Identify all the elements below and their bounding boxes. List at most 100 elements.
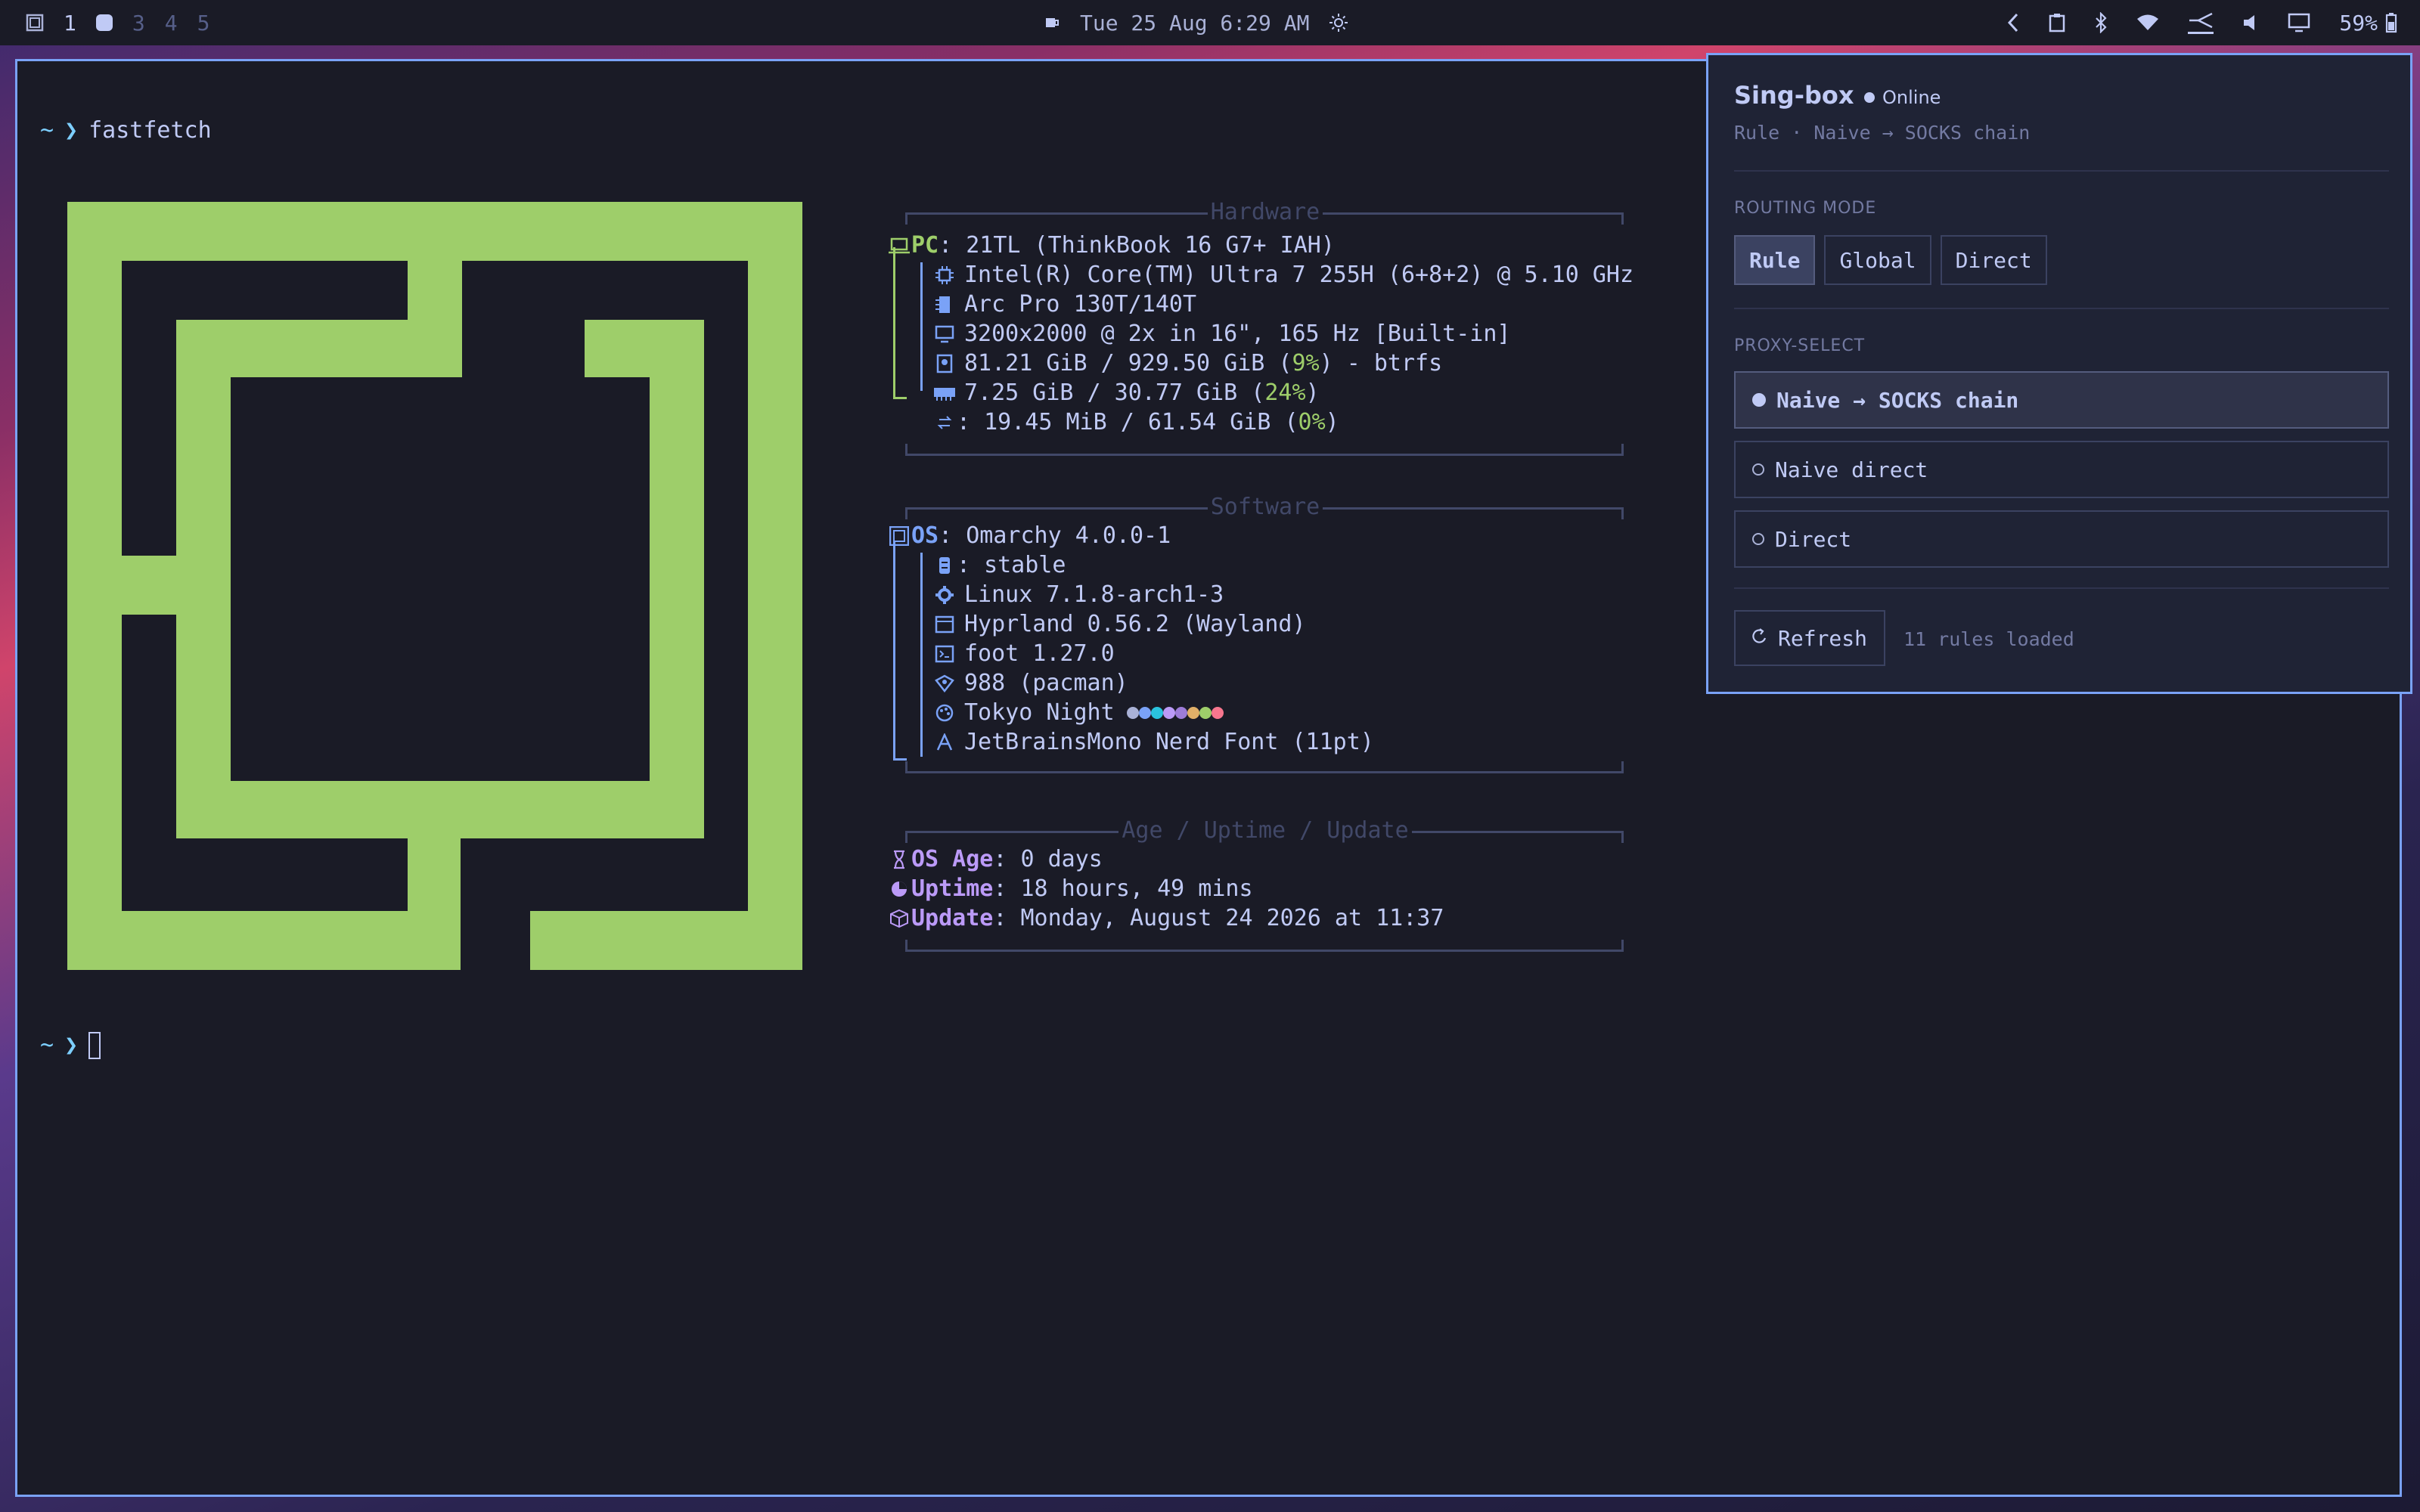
- sw-kernel-row: Linux 7.1.8-arch1-3: [932, 580, 1224, 609]
- workspace-4[interactable]: 4: [165, 11, 178, 36]
- pc-key: PC: [911, 232, 939, 259]
- mode-direct-button[interactable]: Direct: [1940, 235, 2047, 285]
- monitor-icon[interactable]: [2288, 13, 2310, 33]
- os-key: OS: [911, 522, 939, 549]
- hw-memory-row: 7.25 GiB / 30.77 GiB (24%): [932, 378, 1320, 407]
- disk-value-suffix: ) - btrfs: [1319, 350, 1443, 376]
- refresh-icon: [1752, 626, 1767, 651]
- sw-wm-row: Hyprland 0.56.2 (Wayland): [932, 609, 1306, 639]
- hardware-title: Hardware: [887, 197, 1643, 227]
- hourglass-icon: [887, 850, 911, 869]
- software-title: Software: [887, 492, 1643, 522]
- workspace-1[interactable]: 1: [64, 11, 76, 36]
- hw-display-row: 3200x2000 @ 2x in 16", 165 Hz [Built-in]: [932, 319, 1510, 349]
- age-uptime-row: Uptime: 18 hours, 49 mins: [887, 874, 1253, 903]
- cpu-icon: [932, 265, 957, 285]
- divider: [1734, 170, 2389, 172]
- proxy-select-label: PROXY-SELECT: [1734, 336, 1866, 355]
- mode-global-button[interactable]: Global: [1824, 235, 1931, 285]
- disk-value-prefix: 81.21 GiB / 929.50 GiB (: [964, 350, 1292, 376]
- omarchy-logo-art: [67, 202, 802, 978]
- clock[interactable]: Tue 25 Aug 6:29 AM: [1080, 11, 1309, 36]
- memory-percent: 24%: [1264, 380, 1306, 406]
- palette-icon: [932, 703, 957, 723]
- bluetooth-icon[interactable]: [2094, 12, 2108, 33]
- kernel-value: Linux 7.1.8-arch1-3: [964, 581, 1224, 608]
- sw-theme-row: Tokyo Night: [932, 698, 1224, 727]
- workspace-5[interactable]: 5: [197, 11, 210, 36]
- wifi-icon[interactable]: [2136, 14, 2159, 32]
- chevron-left-icon[interactable]: [2006, 12, 2020, 33]
- swap-value-suffix: ): [1325, 409, 1339, 435]
- singbox-network-icon[interactable]: [2188, 12, 2214, 34]
- radio-selected-icon: [1752, 393, 1766, 407]
- memory-icon: [932, 385, 957, 401]
- swap-icon: [932, 415, 957, 430]
- workspace-2-active[interactable]: [95, 14, 113, 31]
- prompt-line-1: ~ ❯ fastfetch: [40, 116, 212, 145]
- theme-value: Tokyo Night: [964, 699, 1115, 726]
- sw-packages-row: 988 (pacman): [932, 668, 1128, 698]
- branch-separator: :: [957, 552, 971, 578]
- hw-pc-row: PC: 21TL (ThinkBook 16 G7+ IAH): [887, 231, 1335, 260]
- gear-icon: [932, 585, 957, 605]
- coffee-icon[interactable]: [1044, 14, 1060, 31]
- age-os-row: OS Age: 0 days: [887, 844, 1103, 874]
- singbox-title: Sing-box: [1734, 81, 1854, 110]
- os-age-value: 0 days: [1020, 846, 1103, 872]
- singbox-subtitle: Rule · Naive → SOCKS chain: [1734, 122, 2031, 144]
- font-value: JetBrainsMono Nerd Font (11pt): [964, 729, 1374, 755]
- packages-value: 988 (pacman): [964, 670, 1128, 696]
- font-icon: [932, 733, 957, 751]
- status-text: Online: [1882, 87, 1941, 108]
- prompt-cwd-2: ~: [40, 1032, 54, 1058]
- swatch-8: [1211, 706, 1224, 719]
- wm-value: Hyprland 0.56.2 (Wayland): [964, 611, 1306, 637]
- prompt-cwd: ~: [40, 117, 54, 144]
- swap-percent: 0%: [1298, 409, 1326, 435]
- swatch-7: [1199, 706, 1212, 719]
- swatch-3: [1150, 706, 1163, 719]
- brightness-icon[interactable]: [1329, 13, 1348, 33]
- battery-indicator[interactable]: 59%: [2339, 11, 2397, 36]
- package-icon: [932, 674, 957, 692]
- refresh-button[interactable]: Refresh: [1734, 610, 1886, 666]
- battery-percent: 59%: [2339, 10, 2378, 36]
- command-text: fastfetch: [88, 117, 212, 144]
- gpu-value: Arc Pro 130T/140T: [964, 291, 1197, 318]
- volume-icon[interactable]: [2242, 14, 2259, 32]
- routing-mode-label: ROUTING MODE: [1734, 199, 1877, 218]
- disk-percent: 9%: [1292, 350, 1320, 376]
- clipboard-icon[interactable]: [2049, 13, 2065, 33]
- proxy-option-naive-socks[interactable]: Naive → SOCKS chain: [1734, 371, 2389, 429]
- divider: [1734, 587, 2389, 589]
- singbox-popup: Sing-box Online Rule · Naive → SOCKS cha…: [1706, 53, 2412, 694]
- uptime-key: Uptime: [911, 875, 994, 902]
- hw-gpu-row: Arc Pro 130T/140T: [932, 290, 1196, 319]
- mode-rule-button[interactable]: Rule: [1734, 235, 1816, 285]
- display-value: 3200x2000 @ 2x in 16", 165 Hz [Built-in]: [964, 321, 1511, 347]
- sw-terminal-row: foot 1.27.0: [932, 639, 1115, 668]
- status-dot-icon: [1864, 92, 1875, 103]
- proxy-option-label: Naive direct: [1775, 457, 1928, 482]
- sw-branch-row: : stable: [932, 550, 1066, 580]
- update-value: Monday, August 24 2026 at 11:37: [1020, 905, 1444, 931]
- hw-disk-row: 81.21 GiB / 929.50 GiB (9%) - btrfs: [932, 349, 1442, 378]
- os-age-key: OS Age: [911, 846, 994, 872]
- radio-empty-icon: [1752, 533, 1764, 545]
- box-icon: [887, 909, 911, 928]
- terminal-cursor[interactable]: [88, 1031, 101, 1059]
- memory-value-suffix: ): [1305, 380, 1320, 406]
- proxy-option-direct[interactable]: Direct: [1734, 510, 2389, 568]
- prompt-arrow: ❯: [64, 117, 79, 144]
- omarchy-logo-icon[interactable]: [26, 14, 44, 32]
- proxy-option-label: Naive → SOCKS chain: [1776, 387, 2019, 413]
- radio-empty-icon: [1752, 463, 1764, 476]
- proxy-option-naive-direct[interactable]: Naive direct: [1734, 441, 2389, 498]
- routing-mode-group: Rule Global Direct: [1734, 235, 2047, 285]
- workspace-3[interactable]: 3: [132, 11, 145, 36]
- age-title: Age / Uptime / Update: [887, 816, 1643, 845]
- hardware-frame-bottom: [905, 444, 1624, 456]
- prompt-line-2: ~ ❯: [40, 1030, 101, 1060]
- swatch-2: [1138, 706, 1151, 719]
